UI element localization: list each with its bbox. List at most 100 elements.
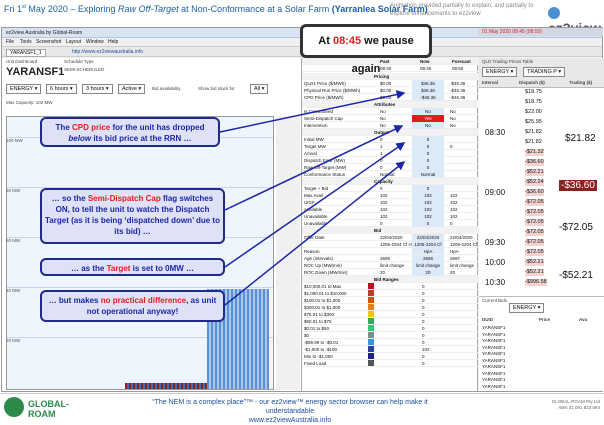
detail-row: Unavailable 0 0 0 (302, 220, 478, 227)
bids-rows: YARANSF1 YARANSF1 YARANSF1 YARANSF1 YARANSF1… (479, 324, 604, 390)
bid-range-row: -$99.99 to -$0.01 0 (302, 339, 478, 346)
price-row: $22.00 (525, 109, 542, 115)
price-row: -$52.21 (525, 169, 544, 176)
chart-toolbar (276, 116, 300, 390)
unit-output-chart: 100 MW 80 MW 60 MW 40 MW 20 MW (6, 116, 274, 390)
price-row: 09:30 -$72.05 (485, 238, 544, 247)
col-forecast: Forecast (452, 59, 471, 64)
bid-stack-select[interactable]: All ▾ (250, 84, 269, 94)
price-row: -$21.32 (525, 149, 544, 156)
chart-caption: Max Capacity: 102 MW (6, 100, 53, 105)
callout-target: … as the Target is set to 0MW … (40, 258, 225, 276)
schedule-type-value: SEMI-SCHEDULED (64, 67, 105, 72)
bid-range-row: $0 0 (302, 332, 478, 339)
y-tick-80: 80 MW (6, 188, 21, 193)
section-capacity: Capacity (302, 178, 478, 185)
active-select[interactable]: Active ▾ (118, 84, 146, 94)
trading-price-2: -$36.60 (559, 180, 597, 191)
logo-circle-icon (548, 7, 560, 20)
mid-time-row: 08:40 08:45 08:50 (302, 65, 478, 72)
trading-prices-panel: QLD Trading Prices Table ENERGY ▾ TRADIN… (479, 58, 604, 391)
menu-layout[interactable]: Layout (66, 39, 81, 45)
price-rows: $18.75 $18.75 $22.00 $25.95 08:30 $21.82 $21.8… (479, 89, 604, 295)
bid-range-row: Fixed Load 0 (302, 360, 478, 367)
footer-link[interactable]: www.ez2viewAustralia.info (249, 417, 331, 424)
detail-row: Max Avail 102 102 102 (302, 192, 478, 199)
global-roam-logo: GLOBAL-ROAM (4, 397, 94, 419)
price-row: $18.75 (525, 99, 542, 105)
menu-help[interactable]: Help (108, 39, 118, 45)
schedule-type-label: Schedule Type (64, 59, 94, 64)
tab-yaransf1[interactable]: YARANSF1_1 (6, 49, 46, 57)
detail-table: Past Now Forecast 08:40 08:45 08:50 Pricing QLD… (302, 58, 478, 391)
section-bid_ranges: Bid Ranges (302, 276, 478, 283)
bids-col-duid: DUID (482, 317, 493, 322)
detail-row: CPD Price ($/MWh) $0.00 -$46.36 -$46.36 (302, 94, 478, 101)
price-row: $25.95 (525, 119, 542, 125)
price-row: -$72.05 (525, 209, 544, 216)
detail-row: Is Constrained No No No (302, 108, 478, 115)
section-output: Output (302, 129, 478, 136)
y-tick-40: 40 MW (6, 288, 21, 293)
section-pricing: Pricing (302, 73, 478, 80)
page-footer: GLOBAL-ROAM “The NEM is a complex place”… (0, 393, 604, 424)
menu-tools[interactable]: Tools (20, 39, 32, 45)
bids-col-price: Price (539, 317, 551, 322)
price-row: $18.75 (525, 89, 542, 95)
panel-title: QLD Trading Prices Table (482, 59, 534, 64)
menu-window[interactable]: Window (86, 39, 104, 45)
trading-price-1: $21.82 (565, 133, 596, 144)
col-trading: Trading ($) (569, 80, 593, 85)
show-bid-stack-label: Show bid stack for (198, 86, 235, 91)
bid-row[interactable]: YARANSF1 (479, 383, 604, 390)
trading-price-4: -$52.21 (559, 270, 593, 281)
range-select-3h[interactable]: 3 hours ▾ (82, 84, 113, 94)
page-header: Fri 1st May 2020 – Exploring Raw Off-Tar… (0, 0, 604, 36)
detail-row: Reason (302, 248, 478, 255)
output-trace (125, 383, 207, 389)
right-trading-select[interactable]: TRADING P ▾ (523, 67, 566, 77)
price-row: -$72.05 (525, 199, 544, 206)
bids-col-ava: Ava (579, 317, 588, 322)
detail-row: ROC Down (MW/min) 20 20 20 (302, 269, 478, 276)
menu-file[interactable]: File (6, 39, 14, 45)
right-energy-select[interactable]: ENERGY ▾ (482, 67, 518, 77)
detail-row: 1205-2204 Cf HpA 1205-2204 Cf HpA 1205-220… (302, 241, 478, 255)
bids-energy-select[interactable]: ENERGY ▾ (509, 303, 545, 313)
detail-row: Intervention No No No (302, 122, 478, 129)
address-link[interactable]: http://www.ez2viewaustralia.info (72, 49, 143, 55)
detail-row: Conformance Status Normal Normal (302, 171, 478, 178)
price-row: -$36.60 (525, 159, 544, 166)
callout-no-difference: … but makes no practical difference, as … (40, 290, 225, 322)
trading-prices-header: QLD Trading Prices Table ENERGY ▾ TRADIN… (479, 58, 604, 88)
section-attributes: Attributes (302, 101, 478, 108)
window-title: ez2view Australia by Global-Roam (6, 30, 83, 36)
y-tick-20: 20 MW (6, 338, 21, 343)
bid-range-row: $0.01 to $50 0 (302, 325, 478, 332)
detail-row: Raw Off-Target (MW) 0 0 (302, 164, 478, 171)
datetime-bar: 01 May 2020 08:45 (08:50) (478, 28, 603, 36)
bid-range-row: $75.01 to $300 0 (302, 311, 478, 318)
callout-semi-dispatch-cap: … so the Semi-Dispatch Cap flag switches… (40, 188, 225, 244)
menu-screenshot[interactable]: Screenshot (36, 39, 61, 45)
col-interval: Interval (482, 80, 499, 85)
bid-range-row: -$1,000 to -$100 102 (302, 346, 478, 353)
bid-range-row: $300.01 to $1,000 0 (302, 304, 478, 311)
detail-row: Target + Bid 0 0 (302, 185, 478, 192)
bid-availability-label: Bid availability (152, 86, 181, 91)
detail-row: Target MW 1 0 0 (302, 143, 478, 150)
detail-row: Physical Run Price ($/MWh) $0.00 $46.36 -$4… (302, 87, 478, 94)
page-title: Fri 1st May 2020 – Exploring Raw Off-Tar… (4, 4, 428, 14)
unit-detail-panel: Past Now Forecast 08:40 08:45 08:50 Pricing QLD… (302, 58, 478, 391)
detail-row: Dispatch Error (MW) 0 0 (302, 157, 478, 164)
range-select-6h[interactable]: 6 hours ▾ (46, 84, 77, 94)
section-bid: Bid (302, 227, 478, 234)
bid-range-row: $100.01 to $1,000 0 (302, 297, 478, 304)
col-dispatch: Dispatch ($) (519, 80, 545, 85)
dashboard-label: Unit Dashboard (6, 59, 38, 64)
bid-range-row: $50.01 to $75 0 (302, 318, 478, 325)
detail-row: UIGF 102 102 102 (302, 199, 478, 206)
pause-callout: At 08:45 we pause again (300, 24, 432, 75)
detail-row: ROC Up (MW/min) limit change limit change l… (302, 262, 478, 269)
energy-select[interactable]: ENERGY ▾ (6, 84, 42, 94)
